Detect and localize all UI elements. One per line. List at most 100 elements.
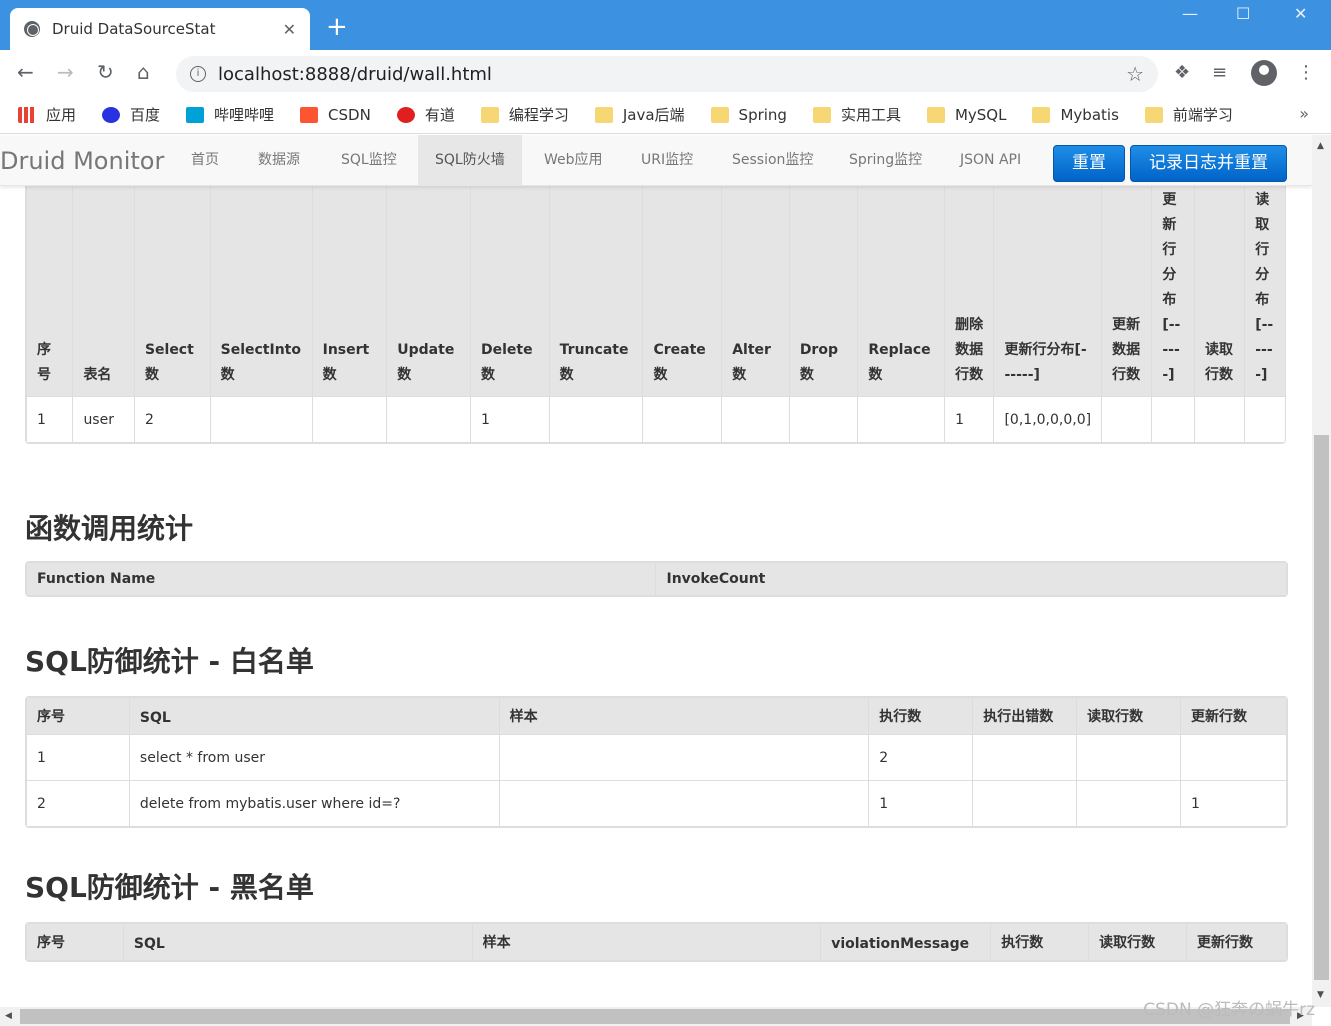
youdao-icon (396, 106, 415, 123)
nav-web-app[interactable]: Web应用 (527, 135, 620, 186)
column-header[interactable]: 更新行数 (1180, 697, 1287, 735)
column-header[interactable]: 更新行分布[------] (993, 156, 1103, 397)
table-cell: 1 (26, 734, 130, 781)
table-cell: 2 (26, 780, 130, 827)
forward-arrow-icon[interactable]: → (57, 60, 74, 84)
back-arrow-icon[interactable]: ← (17, 60, 34, 84)
reload-icon[interactable]: ↻ (97, 60, 114, 84)
column-header[interactable]: 读取行数 (1088, 923, 1188, 961)
extensions-icon[interactable]: ❖ (1174, 62, 1190, 83)
column-header[interactable]: 读取行数 (1193, 156, 1246, 397)
column-header[interactable]: 读取行分布[------] (1244, 156, 1285, 397)
column-header[interactable]: Delete数 (469, 156, 550, 397)
bookmark-folder[interactable]: Java后端 (594, 104, 685, 125)
column-header[interactable]: 表名 (72, 156, 135, 397)
column-header[interactable]: Create数 (642, 156, 723, 397)
bookmark-folder[interactable]: 前端学习 (1144, 104, 1233, 125)
bookmark-apps[interactable]: 应用 (18, 104, 76, 125)
column-header[interactable]: violationMessage (820, 923, 992, 961)
folder-icon (594, 106, 613, 123)
column-header[interactable]: 序号 (26, 156, 74, 397)
scroll-thumb[interactable] (1314, 435, 1329, 980)
column-header[interactable]: 序号 (26, 923, 124, 961)
column-header[interactable]: Truncate数 (548, 156, 644, 397)
nav-home[interactable]: 首页 (174, 135, 236, 186)
scroll-thumb[interactable] (20, 1009, 1290, 1024)
bookmark-folder[interactable]: Spring (710, 105, 787, 124)
table-cell (311, 396, 388, 443)
nav-spring-monitor[interactable]: Spring监控 (832, 135, 939, 186)
nav-datasource[interactable]: 数据源 (241, 135, 317, 186)
info-icon[interactable]: i (190, 66, 206, 82)
window-close-icon[interactable]: ✕ (1294, 4, 1307, 23)
baidu-paw-icon (102, 106, 121, 123)
tab-close-icon[interactable]: ✕ (283, 20, 296, 39)
bookmarks-overflow-icon[interactable]: » (1299, 104, 1309, 123)
address-bar[interactable]: i localhost:8888/druid/wall.html ☆ (176, 56, 1158, 92)
bookmark-baidu[interactable]: 百度 (102, 104, 160, 125)
folder-icon (480, 106, 499, 123)
bookmark-label: 应用 (46, 106, 77, 124)
column-header[interactable]: SQL (122, 923, 473, 961)
horizontal-scrollbar[interactable]: ◀ ▶ (0, 1007, 1312, 1026)
column-header[interactable]: SelectInto数 (209, 156, 313, 397)
scroll-up-icon[interactable]: ▲ (1317, 141, 1324, 151)
bookmark-youdao[interactable]: 有道 (396, 104, 455, 125)
home-icon[interactable]: ⌂ (137, 60, 150, 84)
column-header[interactable]: 删除数据行数 (944, 156, 995, 397)
scroll-left-icon[interactable]: ◀ (5, 1011, 12, 1021)
column-header[interactable]: 执行出错数 (972, 697, 1078, 735)
column-header[interactable]: 更新数据行数 (1101, 156, 1153, 397)
bookmark-folder[interactable]: 编程学习 (480, 104, 569, 125)
column-header[interactable]: 序号 (26, 697, 130, 735)
nav-sql-firewall[interactable]: SQL防火墙 (418, 135, 522, 186)
brand-logo[interactable]: Druid Monitor (0, 147, 164, 175)
column-header[interactable]: Select数 (133, 156, 211, 397)
bookmark-label: Spring (738, 105, 787, 124)
column-header[interactable]: 更新行数 (1186, 923, 1287, 961)
minimize-icon[interactable]: — (1182, 4, 1198, 23)
menu-dots-icon[interactable]: ⋮ (1297, 62, 1315, 83)
browser-tab[interactable]: Druid DataSourceStat ✕ (10, 8, 310, 50)
scroll-down-icon[interactable]: ▼ (1317, 990, 1324, 1000)
nav-sql-monitor[interactable]: SQL监控 (324, 135, 414, 186)
column-header[interactable]: 执行数 (990, 923, 1090, 961)
log-and-reset-button[interactable]: 记录日志并重置 (1130, 145, 1287, 182)
bookmark-folder[interactable]: 实用工具 (812, 104, 901, 125)
bookmark-csdn[interactable]: CSDN (300, 106, 371, 124)
column-header[interactable]: Alter数 (721, 156, 790, 397)
maximize-icon[interactable]: ☐ (1236, 4, 1250, 23)
bookmark-folder[interactable]: Mybatis (1032, 106, 1119, 124)
nav-json-api[interactable]: JSON API (943, 135, 1038, 186)
csdn-c-icon (300, 106, 319, 123)
column-header[interactable]: Update数 (386, 156, 471, 397)
vertical-scrollbar[interactable]: ▲ ▼ (1312, 135, 1331, 1007)
column-header[interactable]: 样本 (498, 697, 870, 735)
bookmark-bilibili[interactable]: 哔哩哔哩 (186, 104, 274, 125)
column-header[interactable]: 读取行数 (1076, 697, 1182, 735)
column-header[interactable]: Insert数 (311, 156, 388, 397)
reset-button[interactable]: 重置 (1053, 145, 1125, 182)
bookmark-star-icon[interactable]: ☆ (1126, 62, 1144, 86)
table-cell (548, 396, 644, 443)
table-cell (721, 396, 790, 443)
bookmark-folder[interactable]: MySQL (926, 106, 1006, 124)
profile-avatar[interactable] (1251, 60, 1277, 86)
table-cell: 2 (868, 734, 974, 781)
column-header[interactable]: SQL (128, 697, 500, 735)
table-cell (386, 396, 471, 443)
url-text[interactable]: localhost:8888/druid/wall.html (218, 64, 492, 85)
column-header[interactable]: 更新行分布[------] (1151, 156, 1195, 397)
column-header[interactable]: Function Name (26, 562, 657, 596)
nav-uri-monitor[interactable]: URI监控 (624, 135, 710, 186)
nav-session-monitor[interactable]: Session监控 (715, 135, 830, 186)
column-header[interactable]: InvokeCount (655, 562, 1287, 596)
column-header[interactable]: Replace数 (857, 156, 946, 397)
column-header[interactable]: Drop数 (788, 156, 859, 397)
new-tab-button[interactable]: + (326, 12, 348, 42)
blacklist-title: SQL防御统计 - 黑名单 (25, 871, 314, 904)
bookmark-label: 哔哩哔哩 (214, 106, 275, 124)
reading-list-icon[interactable]: ≡ (1212, 62, 1227, 83)
column-header[interactable]: 样本 (471, 923, 822, 961)
column-header[interactable]: 执行数 (868, 697, 974, 735)
